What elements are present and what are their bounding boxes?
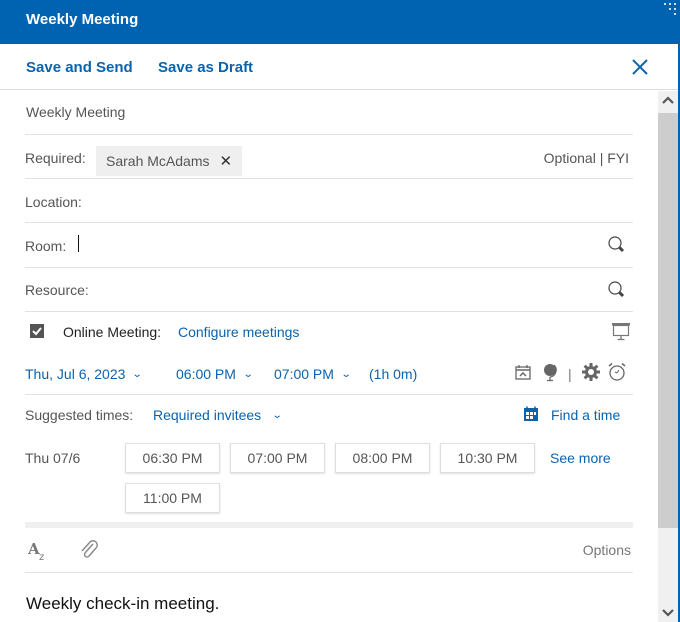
resource-row[interactable]: Resource: — [25, 268, 633, 312]
meeting-form: Weekly Meeting Required: Sarah McAdams ✕ … — [0, 91, 658, 622]
scroll-down-icon[interactable] — [658, 602, 678, 622]
text-cursor — [78, 235, 79, 252]
options-link[interactable]: Options — [583, 542, 631, 558]
scroll-up-icon[interactable] — [658, 91, 678, 111]
suggested-time-button[interactable]: 10:30 PM — [440, 443, 535, 473]
duration-text: (1h 0m) — [369, 366, 418, 382]
suggested-day: Thu 07/6 — [25, 450, 81, 466]
date-dropdown[interactable]: Thu, Jul 6, 2023 ⌄ — [25, 366, 144, 382]
meeting-body-text[interactable]: Weekly check-in meeting. — [26, 594, 219, 614]
suggested-time-button[interactable]: 11:00 PM — [125, 483, 220, 513]
calendar-icon[interactable] — [523, 406, 539, 422]
suggested-times-label: Suggested times: — [25, 407, 134, 423]
attendee-name: Sarah McAdams — [106, 153, 210, 169]
end-time-dropdown[interactable]: 07:00 PM ⌄ — [274, 366, 352, 382]
editor-toolbar: Az Options — [25, 528, 633, 573]
required-label: Required: — [25, 150, 86, 166]
suggested-time-button[interactable]: 06:30 PM — [125, 443, 220, 473]
save-and-send-button[interactable]: Save and Send — [26, 59, 133, 76]
vertical-scrollbar[interactable] — [658, 91, 678, 622]
scrollbar-thumb[interactable] — [658, 113, 678, 528]
room-label: Room: — [25, 238, 67, 254]
drag-grip-icon[interactable] — [664, 3, 676, 17]
resource-search-icon[interactable] — [607, 280, 627, 300]
end-time-value: 07:00 PM — [274, 366, 334, 382]
save-as-draft-button[interactable]: Save as Draft — [158, 59, 253, 76]
svg-text:z: z — [39, 552, 44, 562]
resource-label: Resource: — [25, 282, 89, 298]
gear-icon[interactable] — [581, 362, 601, 382]
online-meeting-checkbox[interactable] — [30, 324, 44, 338]
suggested-time-button[interactable]: 07:00 PM — [230, 443, 325, 473]
paperclip-icon[interactable] — [78, 539, 100, 561]
configure-meetings-link[interactable]: Configure meetings — [178, 324, 299, 340]
suggested-time-button[interactable]: 08:00 PM — [335, 443, 430, 473]
toolbar: Save and Send Save as Draft — [0, 44, 678, 90]
invitees-filter-dropdown[interactable]: Required invitees ⌄ — [153, 407, 283, 423]
chevron-down-icon: ⌄ — [242, 369, 254, 380]
presentation-icon[interactable] — [611, 322, 631, 342]
recurrence-icon[interactable] — [514, 364, 534, 382]
chevron-down-icon: ⌄ — [132, 369, 144, 380]
date-value: Thu, Jul 6, 2023 — [25, 366, 126, 382]
chevron-down-icon: ⌄ — [340, 369, 352, 380]
chevron-down-icon: ⌄ — [271, 410, 283, 421]
text-format-icon[interactable]: Az — [27, 540, 50, 563]
see-more-link[interactable]: See more — [550, 450, 611, 466]
subject-input[interactable]: Weekly Meeting — [26, 104, 125, 120]
window-title: Weekly Meeting — [26, 11, 139, 28]
location-row[interactable]: Location: — [25, 179, 633, 223]
start-time-value: 06:00 PM — [176, 366, 236, 382]
online-meeting-label: Online Meeting: — [63, 324, 162, 340]
close-icon[interactable] — [630, 57, 650, 77]
optional-fyi-link[interactable]: Optional | FYI — [544, 150, 629, 166]
start-time-dropdown[interactable]: 06:00 PM ⌄ — [176, 366, 254, 382]
subject-field[interactable]: Weekly Meeting — [25, 91, 633, 135]
room-row[interactable]: Room: — [25, 223, 633, 268]
find-a-time-link[interactable]: Find a time — [551, 407, 620, 423]
location-label: Location: — [25, 194, 82, 210]
attendee-chip[interactable]: Sarah McAdams ✕ — [96, 146, 243, 176]
globe-icon[interactable] — [540, 362, 560, 382]
room-search-icon[interactable] — [607, 235, 627, 255]
title-bar: Weekly Meeting — [0, 0, 680, 44]
separator: | — [568, 366, 572, 382]
required-row: Required: Sarah McAdams ✕ Optional | FYI — [25, 135, 633, 179]
remove-attendee-icon[interactable]: ✕ — [219, 153, 232, 170]
alarm-clock-icon[interactable] — [607, 362, 627, 382]
invitees-filter-value: Required invitees — [153, 407, 262, 423]
